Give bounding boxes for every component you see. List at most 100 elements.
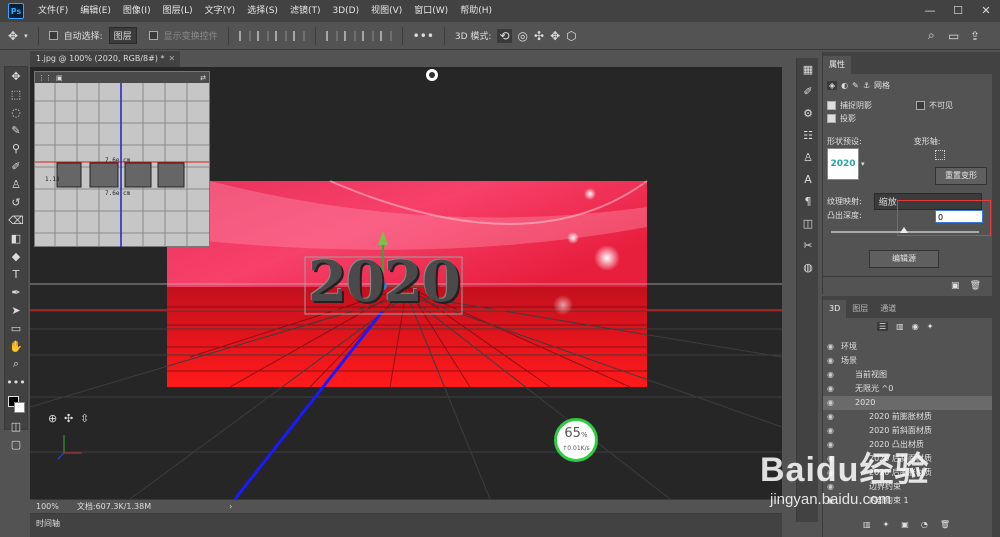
layer-row[interactable]: ◉ 场景 [823, 354, 993, 368]
layer-row[interactable]: ◉ 无限光 ^0 [823, 382, 993, 396]
move-tool-icon[interactable]: ✥ [5, 67, 27, 85]
maximize-button[interactable]: ☐ [944, 0, 972, 22]
deform-axis-widget[interactable] [935, 150, 945, 160]
visibility-eye-icon[interactable]: ◉ [827, 396, 834, 410]
history-icon[interactable]: ▦ [797, 58, 819, 80]
type-tool-icon[interactable]: T [5, 265, 27, 283]
layer-row[interactable]: ◉ 当前视图 [823, 368, 993, 382]
right-scrollbar[interactable] [992, 52, 1000, 537]
align-hcenter-icon[interactable] [292, 30, 305, 41]
align-top-icon[interactable] [325, 30, 338, 41]
visibility-eye-icon[interactable]: ◉ [827, 424, 834, 438]
menu-filter[interactable]: 滤镜(T) [284, 0, 327, 22]
more-tools-icon[interactable]: ••• [5, 373, 27, 391]
menu-layer[interactable]: 图层(L) [157, 0, 199, 22]
align-left-icon[interactable] [238, 30, 251, 41]
character-icon[interactable]: A [797, 168, 819, 190]
render-icon[interactable]: ▣ [951, 281, 960, 291]
eyedropper-icon[interactable]: ⚲ [5, 139, 27, 157]
layer-row[interactable]: ◉ 环境 [823, 340, 993, 354]
chevron-down-icon[interactable]: ▾ [24, 32, 28, 40]
3d-text-2020[interactable]: 2020 [308, 249, 461, 315]
zoom-level[interactable]: 100% [36, 502, 59, 511]
hand-tool-icon[interactable]: ✋ [5, 337, 27, 355]
screen-mode-icon[interactable]: ▢ [5, 435, 27, 453]
layer-row[interactable]: ◉ 2020 [823, 396, 993, 410]
minimize-button[interactable]: — [916, 0, 944, 22]
swap-view-icon[interactable]: ⇄ [200, 74, 206, 82]
view-menu-icon[interactable]: ▣ [56, 74, 63, 82]
tab-channels[interactable]: 通道 [874, 300, 902, 318]
menu-view[interactable]: 视图(V) [365, 0, 408, 22]
menu-edit[interactable]: 编辑(E) [74, 0, 117, 22]
share-icon[interactable]: ⇪ [970, 29, 980, 43]
grip-icon[interactable]: ⋮⋮ [38, 74, 52, 82]
move-tool-icon[interactable]: ✥ [8, 29, 18, 43]
brush-tool-icon[interactable]: ✐ [5, 157, 27, 175]
extrude-slider-thumb[interactable] [900, 227, 908, 233]
brush-panel-icon[interactable]: ✐ [797, 80, 819, 102]
coords-icon[interactable]: ⚓ [863, 81, 870, 90]
tab-properties[interactable]: 属性 [823, 56, 851, 74]
clone-stamp-icon[interactable]: ♙ [5, 175, 27, 193]
marquee-tool-icon[interactable]: ⬚ [5, 85, 27, 103]
visibility-eye-icon[interactable]: ◉ [827, 368, 834, 382]
layer-row[interactable]: ◉ 2020 前膨胀材质 [823, 410, 993, 424]
tab-mesh[interactable]: 网格 [874, 80, 890, 91]
menu-file[interactable]: 文件(F) [32, 0, 74, 22]
chevron-down-icon[interactable]: ▾ [861, 160, 865, 168]
status-menu-icon[interactable]: › [229, 502, 232, 511]
auto-select-dropdown[interactable]: 图层 [108, 27, 137, 44]
doc-size[interactable]: 文档:607.3K/1.38M [77, 501, 151, 512]
glyphs-icon[interactable]: ◫ [797, 212, 819, 234]
menu-window[interactable]: 窗口(W) [408, 0, 454, 22]
align-bottom-icon[interactable] [361, 30, 374, 41]
pen-tool-icon[interactable]: ✒ [5, 283, 27, 301]
mesh-icon[interactable]: ◈ [827, 81, 838, 90]
align-middle-icon[interactable] [343, 30, 356, 41]
visibility-eye-icon[interactable]: ◉ [827, 354, 834, 368]
3d-pan-icon[interactable]: ✣ [534, 29, 544, 43]
filter-light-icon[interactable]: ✦ [927, 322, 934, 331]
menu-type[interactable]: 文字(Y) [199, 0, 242, 22]
show-transform-checkbox[interactable] [148, 31, 158, 40]
more-options-icon[interactable]: ••• [413, 29, 434, 43]
rectangle-tool-icon[interactable]: ▭ [5, 319, 27, 337]
3d-slide-icon[interactable]: ✥ [550, 29, 560, 43]
timeline-panel-tab[interactable]: 时间轴 [30, 513, 782, 537]
paragraph-icon[interactable]: ¶ [797, 190, 819, 212]
history-brush-icon[interactable]: ↺ [5, 193, 27, 211]
adjustments-icon[interactable]: ⚙ [797, 102, 819, 124]
color-swatches[interactable] [5, 391, 27, 417]
menu-3d[interactable]: 3D(D) [326, 0, 365, 22]
catch-shadow-checkbox[interactable] [827, 101, 836, 110]
network-monitor-widget[interactable]: 65% ↑0.01K/s [554, 418, 598, 462]
secondary-view[interactable]: ⋮⋮ ▣ ⇄ 7.6e cm 7.6e cm 1.13 [34, 71, 210, 247]
zoom-tool-icon[interactable]: ⌕ [5, 355, 27, 373]
cast-shadow-checkbox[interactable] [827, 114, 836, 123]
visibility-eye-icon[interactable]: ◉ [827, 410, 834, 424]
close-button[interactable]: ✕ [972, 0, 1000, 22]
tab-layers[interactable]: 图层 [846, 300, 874, 318]
quick-mask-icon[interactable]: ◫ [5, 417, 27, 435]
pan-nav-icon[interactable]: ✣ [64, 412, 73, 425]
orbit-nav-icon[interactable]: ⊕ [48, 412, 57, 425]
filter-mesh-icon[interactable]: ▥ [896, 322, 904, 331]
invisible-checkbox[interactable] [916, 101, 925, 110]
filter-scene-icon[interactable]: ☰ [877, 322, 889, 331]
deform-icon[interactable]: ◐ [841, 81, 848, 90]
edit-source-button[interactable]: 编辑源 [869, 250, 939, 268]
shape-preset-thumbnail[interactable]: 2020 [827, 148, 859, 180]
layer-row[interactable]: ◉ 2020 前斜面材质 [823, 424, 993, 438]
path-select-icon[interactable]: ➤ [5, 301, 27, 319]
trash-icon[interactable]: 🗑 [970, 281, 981, 291]
dolly-nav-icon[interactable]: ⇳ [80, 412, 89, 425]
align-center-icon[interactable] [256, 30, 269, 41]
tab-3d[interactable]: 3D [823, 300, 847, 318]
tools-preset-icon[interactable]: ✂ [797, 234, 819, 256]
cap-icon[interactable]: ✎ [852, 81, 859, 90]
distribute-icon[interactable] [379, 30, 392, 41]
lasso-tool-icon[interactable]: ◌ [5, 103, 27, 121]
blur-tool-icon[interactable]: ◆ [5, 247, 27, 265]
visibility-eye-icon[interactable]: ◉ [827, 340, 834, 354]
